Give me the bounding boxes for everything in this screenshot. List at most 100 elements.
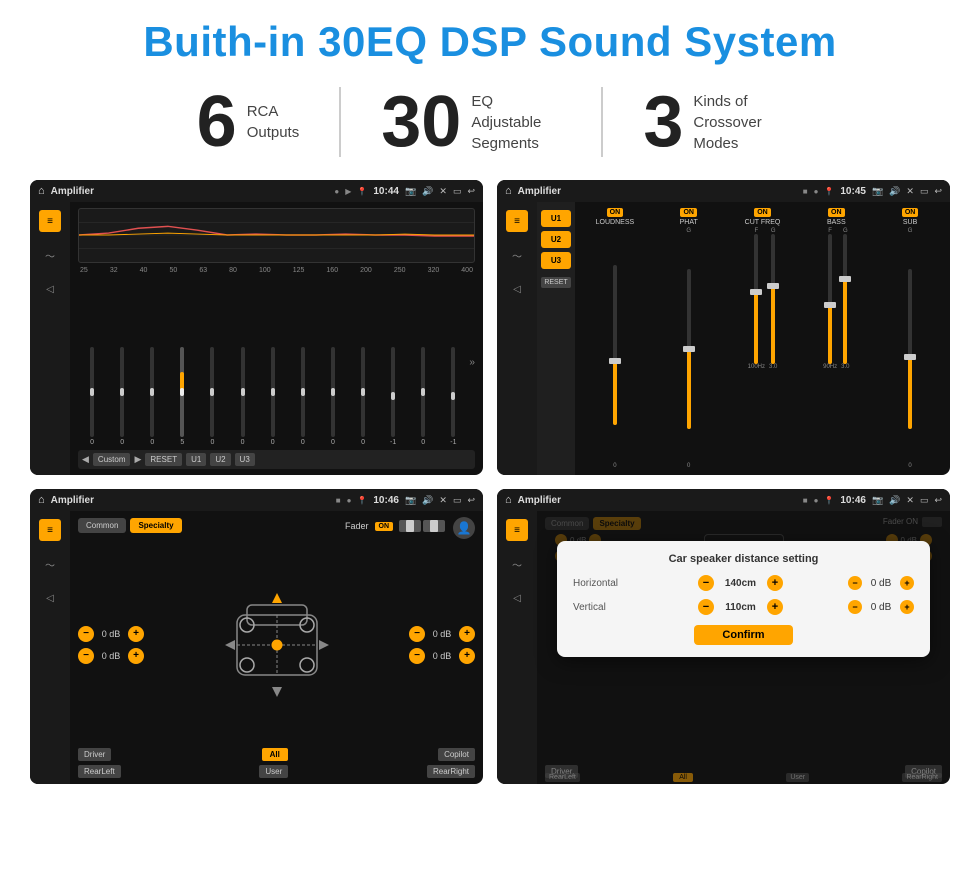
spk-rearright-btn[interactable]: RearRight [427, 765, 475, 778]
spk-home-icon[interactable]: ⌂ [38, 494, 45, 506]
spk-eq-icon[interactable]: ≡ [39, 519, 61, 541]
spk-rearleft-btn[interactable]: RearLeft [78, 765, 121, 778]
spk-copilot-btn[interactable]: Copilot [438, 748, 475, 761]
eq-thumb-11[interactable] [391, 392, 395, 400]
dlg-db-top-minus[interactable]: − [848, 576, 862, 590]
eq-thumb-2[interactable] [120, 388, 124, 396]
spk-all-btn[interactable]: All [262, 748, 288, 761]
xover-u2-btn[interactable]: U2 [541, 231, 571, 248]
xover-u1-btn[interactable]: U1 [541, 210, 571, 227]
xover-cutfreq-f-slider[interactable] [754, 234, 758, 364]
dlg-all-btn[interactable]: All [673, 773, 693, 782]
dlg-horizontal-value: 140cm [718, 578, 763, 589]
xover-loudness-on[interactable]: ON [607, 208, 624, 217]
eq-thumb-8[interactable] [301, 388, 305, 396]
confirm-button[interactable]: Confirm [694, 625, 792, 645]
xover-reset-btn[interactable]: RESET [541, 277, 571, 288]
xover-sub-slider[interactable] [908, 269, 912, 429]
eq-thumb-6[interactable] [241, 388, 245, 396]
dlg-eq-icon[interactable]: ≡ [506, 519, 528, 541]
dlg-horizontal-minus[interactable]: − [698, 575, 714, 591]
xover-main-area: U1 U2 U3 RESET ON LOUDNESS [537, 202, 950, 475]
dlg-vertical-minus[interactable]: − [698, 599, 714, 615]
spk-minus-1[interactable]: − [78, 626, 94, 642]
eq-expand-icon[interactable]: » [469, 357, 475, 368]
dlg-main-area: Common Specialty Fader ON 0 dB [537, 511, 950, 784]
spk-minus-4[interactable]: − [409, 648, 425, 664]
fader-label: Fader [345, 521, 369, 531]
xover-cutfreq-on[interactable]: ON [754, 208, 771, 217]
eq-eq-icon[interactable]: ≡ [39, 210, 61, 232]
eq-reset-btn[interactable]: RESET [145, 453, 182, 466]
dlg-spk-icon[interactable]: ◁ [506, 587, 528, 609]
page-title: Buith-in 30EQ DSP Sound System [143, 18, 836, 66]
eq-thumb-3[interactable] [150, 388, 154, 396]
eq-speaker-icon[interactable]: ◁ [39, 278, 61, 300]
dlg-horizontal-plus[interactable]: + [767, 575, 783, 591]
eq-thumb-1[interactable] [90, 388, 94, 396]
spk-plus-1[interactable]: + [128, 626, 144, 642]
spk-plus-3[interactable]: + [459, 626, 475, 642]
xover-phat-on[interactable]: ON [680, 208, 697, 217]
eq-thumb-10[interactable] [361, 388, 365, 396]
eq-custom-btn[interactable]: Custom [93, 453, 131, 466]
xover-eq-icon[interactable]: ≡ [506, 210, 528, 232]
spk-wave-icon[interactable]: 〜 [39, 553, 61, 575]
xover-phat-slider[interactable] [687, 269, 691, 429]
fader-slider-2[interactable] [423, 520, 445, 532]
eq-thumb-4[interactable] [180, 388, 184, 396]
xover-sub-on[interactable]: ON [902, 208, 919, 217]
xover-band-loudness: ON LOUDNESS 0 [579, 208, 651, 469]
spk-specialty-tab[interactable]: Specialty [130, 518, 181, 533]
eq-slider-6: 0 [229, 347, 257, 446]
dlg-rearright-btn[interactable]: RearRight [902, 773, 942, 782]
dlg-db-bot-minus[interactable]: − [848, 600, 862, 614]
spk-db-val-1: 0 dB [97, 629, 125, 639]
xover-bass-on[interactable]: ON [828, 208, 845, 217]
eq-thumb-7[interactable] [271, 388, 275, 396]
eq-thumb-13[interactable] [451, 392, 455, 400]
spk-db-row-3: − 0 dB + [409, 626, 475, 642]
fader-row: Fader ON [345, 520, 445, 532]
eq-bottom-bar: ◀ Custom ▶ RESET U1 U2 U3 [78, 450, 475, 469]
spk-car-visual [152, 545, 401, 744]
eq-prev-icon[interactable]: ◀ [82, 454, 89, 465]
xover-bass-g-slider[interactable] [843, 234, 847, 364]
dlg-user-btn[interactable]: User [786, 773, 809, 782]
spk-user-btn[interactable]: User [259, 765, 288, 778]
fader-slider-1[interactable] [399, 520, 421, 532]
xover-loudness-slider[interactable] [613, 265, 617, 425]
home-icon[interactable]: ⌂ [38, 185, 45, 197]
xover-home-icon[interactable]: ⌂ [505, 185, 512, 197]
xover-bass-f-slider[interactable] [828, 234, 832, 364]
spk-spk-icon[interactable]: ◁ [39, 587, 61, 609]
dlg-home-icon[interactable]: ⌂ [505, 494, 512, 506]
dlg-db-top-plus[interactable]: + [900, 576, 914, 590]
eq-thumb-5[interactable] [210, 388, 214, 396]
eq-u1-btn[interactable]: U1 [186, 453, 206, 466]
dlg-db-bot-plus[interactable]: + [900, 600, 914, 614]
dlg-rearleft-btn[interactable]: RearLeft [545, 773, 580, 782]
xover-u3-btn[interactable]: U3 [541, 252, 571, 269]
dlg-wave-icon[interactable]: 〜 [506, 553, 528, 575]
spk-plus-4[interactable]: + [459, 648, 475, 664]
xover-wave-icon[interactable]: 〜 [506, 244, 528, 266]
fader-on-btn[interactable]: ON [375, 522, 394, 531]
eq-u2-btn[interactable]: U2 [210, 453, 230, 466]
spk-driver-btn[interactable]: Driver [78, 748, 111, 761]
eq-u3-btn[interactable]: U3 [235, 453, 255, 466]
xover-cutfreq-g-slider[interactable] [771, 234, 775, 364]
spk-minus-3[interactable]: − [409, 626, 425, 642]
spk-minus-2[interactable]: − [78, 648, 94, 664]
eq-time: 10:44 [373, 186, 399, 197]
dlg-vertical-plus[interactable]: + [767, 599, 783, 615]
eq-thumb-9[interactable] [331, 388, 335, 396]
eq-wave-icon[interactable]: 〜 [39, 244, 61, 266]
eq-next-icon[interactable]: ▶ [134, 454, 141, 465]
spk-plus-2[interactable]: + [128, 648, 144, 664]
spk-common-tab[interactable]: Common [78, 518, 126, 533]
eq-thumb-12[interactable] [421, 388, 425, 396]
eq-slider-3: 0 [138, 347, 166, 446]
xover-speaker-icon[interactable]: ◁ [506, 278, 528, 300]
xover-presets: U1 U2 U3 RESET [537, 202, 575, 475]
